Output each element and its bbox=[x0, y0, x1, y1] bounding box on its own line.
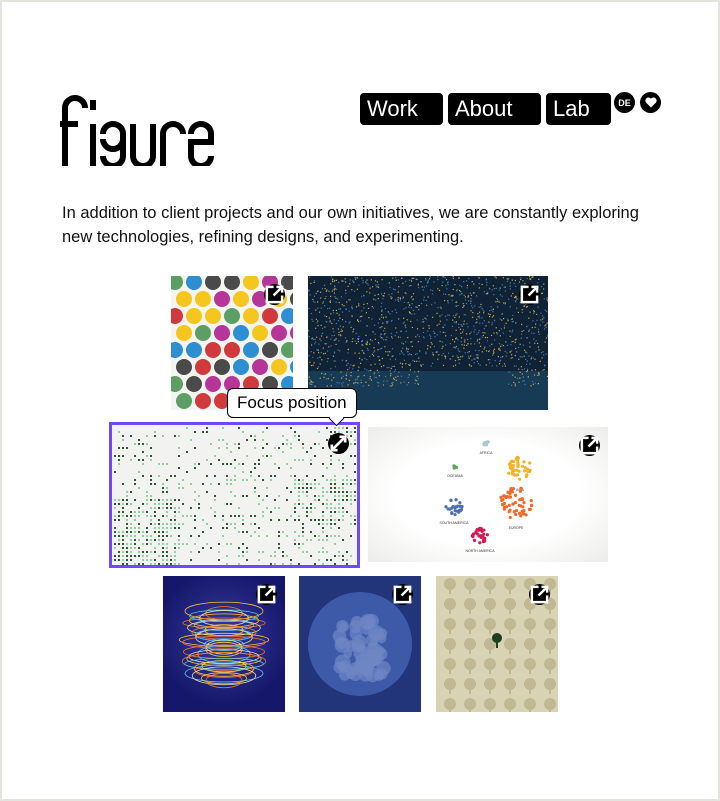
continent-label: EUROPE bbox=[509, 526, 524, 530]
tile-spiral[interactable] bbox=[163, 576, 285, 712]
continent-label: SOUTH AMERICA bbox=[440, 521, 470, 525]
expand-button[interactable] bbox=[328, 433, 349, 454]
continent-label: OCEANIA bbox=[447, 474, 463, 478]
nav-about[interactable]: About bbox=[448, 93, 541, 125]
tile-trees[interactable] bbox=[436, 576, 558, 712]
expand-icon bbox=[330, 435, 347, 452]
page: Work About Lab DE In addition to client … bbox=[2, 2, 718, 799]
external-link-icon bbox=[520, 285, 539, 304]
continent-label: NORTH AMERICA bbox=[465, 549, 495, 553]
focus-tooltip: Focus position bbox=[227, 388, 357, 418]
tile-continents-artwork: AFRICAOCEANIAASIASOUTH AMERICAEUROPENORT… bbox=[440, 440, 534, 553]
open-link-button[interactable] bbox=[519, 284, 540, 305]
intro-text: In addition to client projects and our o… bbox=[62, 204, 639, 246]
tile-green-scatter[interactable] bbox=[112, 425, 357, 565]
open-link-button[interactable] bbox=[264, 284, 285, 305]
open-link-button[interactable] bbox=[529, 584, 550, 605]
external-link-icon bbox=[580, 436, 599, 455]
external-link-icon bbox=[530, 585, 549, 604]
open-link-button[interactable] bbox=[256, 584, 277, 605]
external-link-icon bbox=[265, 285, 284, 304]
main-nav: Work About Lab bbox=[360, 93, 611, 125]
external-link-icon bbox=[393, 585, 412, 604]
heart-icon bbox=[644, 97, 657, 108]
tile-globe[interactable] bbox=[299, 576, 421, 712]
logo[interactable] bbox=[60, 94, 220, 169]
open-link-button[interactable] bbox=[392, 584, 413, 605]
nav-work[interactable]: Work bbox=[360, 93, 443, 125]
external-link-icon bbox=[257, 585, 276, 604]
tile-continents[interactable]: AFRICAOCEANIAASIASOUTH AMERICAEUROPENORT… bbox=[368, 427, 608, 562]
open-link-button[interactable] bbox=[579, 435, 600, 456]
continent-label: AFRICA bbox=[480, 451, 494, 455]
tile-green-scatter-artwork bbox=[114, 427, 356, 565]
language-toggle-de[interactable]: DE bbox=[614, 92, 635, 113]
figures-logo bbox=[60, 95, 214, 169]
favorites-button[interactable] bbox=[640, 92, 661, 113]
nav-lab[interactable]: Lab bbox=[546, 93, 611, 125]
